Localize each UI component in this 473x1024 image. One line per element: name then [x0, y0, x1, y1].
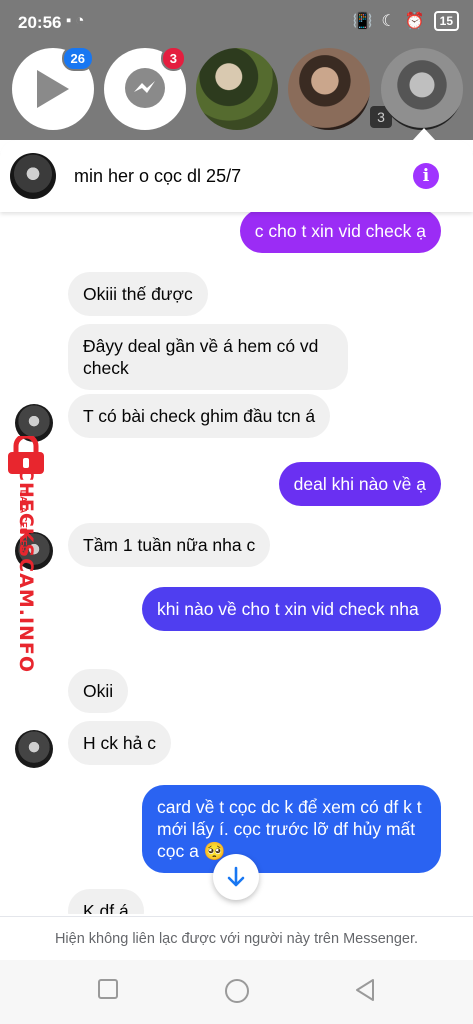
recents-icon[interactable]	[97, 978, 119, 1000]
play-icon	[37, 70, 69, 108]
contact-avatar-active[interactable]	[381, 48, 463, 130]
unavailable-notice: Hiện không liên lạc được với người này t…	[0, 916, 473, 960]
conversation-title[interactable]: min her o cọc dl 25/7	[74, 166, 241, 187]
message-bubble-in[interactable]: Okiii thế được	[68, 272, 208, 316]
messenger-badge: 3	[160, 46, 186, 71]
chat-header: min her o cọc dl 25/7 i	[0, 140, 473, 212]
back-icon[interactable]	[354, 978, 376, 1002]
message-bubble-out[interactable]: deal khi nào về ạ	[278, 462, 441, 506]
signal-wifi-icons: ▪◔	[66, 12, 89, 29]
scroll-to-bottom-button[interactable]	[213, 854, 259, 900]
message-bubble-in[interactable]: K df á	[68, 889, 144, 914]
contact-avatar-1[interactable]	[196, 48, 278, 130]
message-bubble-out[interactable]: khi nào về cho t xin vid check nha	[142, 587, 441, 631]
message-bubble-in[interactable]: Đâyy deal gần về á hem có vd check	[68, 324, 348, 390]
system-nav-bar	[0, 960, 473, 1024]
video-badge: 26	[61, 46, 94, 71]
message-list[interactable]: c cho t xin vid check ạ Okiii thế được Đ…	[0, 212, 473, 914]
message-bubble-in[interactable]: T có bài check ghim đầu tcn á	[68, 394, 331, 438]
message-bubble-out[interactable]: card về t cọc dc k để xem có df k t mới …	[142, 785, 441, 873]
messenger-icon	[125, 68, 165, 108]
conversation-avatar[interactable]	[10, 153, 56, 199]
alarm-icon: ⏰	[404, 13, 425, 30]
arrow-down-icon	[227, 866, 245, 887]
status-right-icons: 📳 ☾ ⏰ 15	[352, 11, 459, 31]
message-bubble-in[interactable]: Okii	[68, 669, 129, 713]
dnd-icon: ☾	[381, 13, 396, 30]
battery-icon: 15	[433, 11, 459, 31]
sender-avatar[interactable]	[15, 532, 53, 570]
info-icon[interactable]: i	[413, 163, 439, 189]
chat-heads-bar: 26 3 3	[0, 44, 473, 140]
video-chat-head[interactable]: 26	[12, 46, 94, 130]
vibrate-icon: 📳	[352, 13, 373, 30]
sender-avatar[interactable]	[15, 730, 53, 768]
message-bubble-in[interactable]: Tầm 1 tuần nữa nha c	[68, 523, 271, 567]
message-bubble-in[interactable]: H ck hả c	[68, 721, 171, 765]
message-bubble-out[interactable]: c cho t xin vid check ạ	[239, 212, 441, 253]
status-time: 20:56	[18, 13, 62, 32]
messenger-chat-head[interactable]: 3	[104, 46, 186, 130]
home-icon[interactable]	[224, 978, 250, 1004]
status-bar: 20:56 ▪◔ 📳 ☾ ⏰ 15	[0, 0, 473, 44]
contact-avatar-2[interactable]	[288, 48, 370, 130]
sender-avatar[interactable]	[15, 404, 53, 442]
chat-panel: min her o cọc dl 25/7 i c cho t xin vid …	[0, 140, 473, 960]
